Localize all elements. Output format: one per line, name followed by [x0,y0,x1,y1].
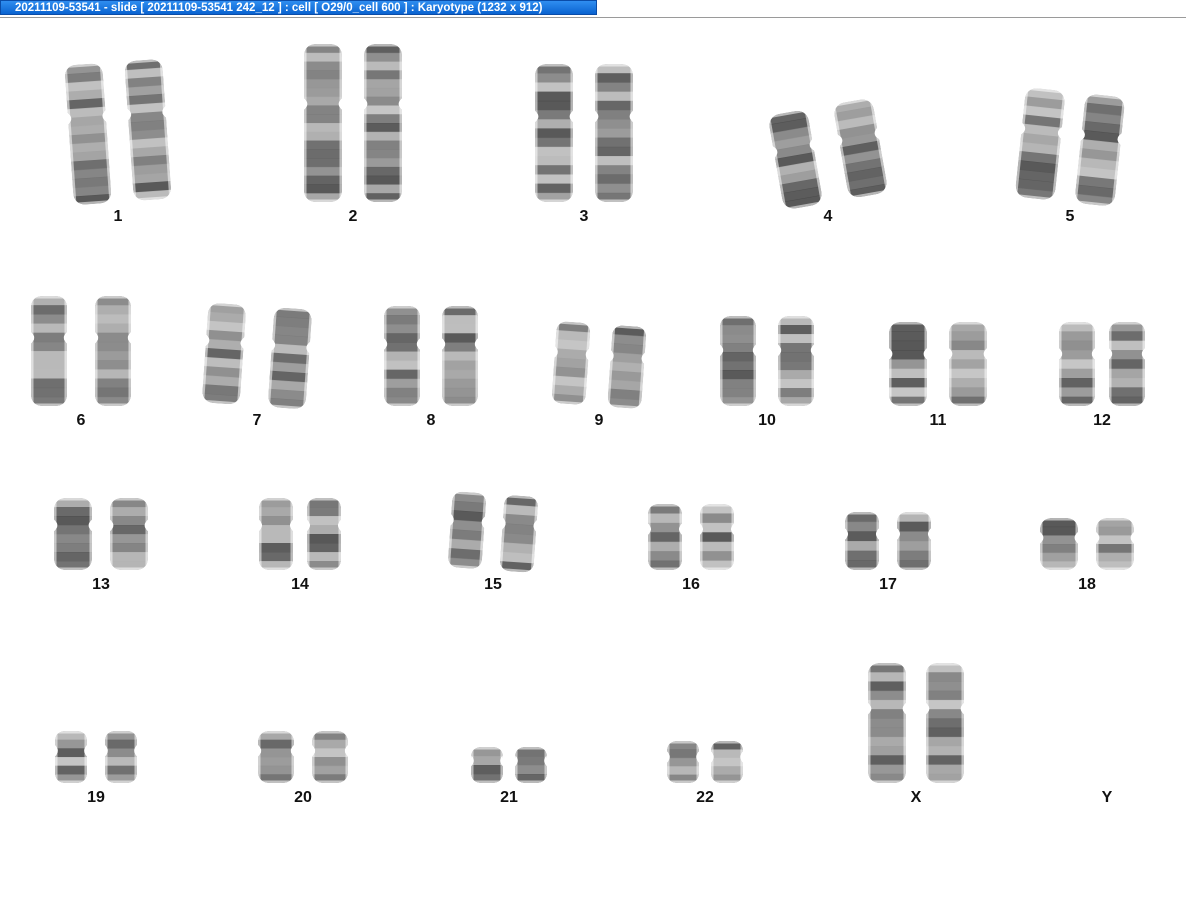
chromosome-label: 20 [294,789,312,806]
chromosome-image [54,498,148,570]
chromosome-label: Y [1101,789,1113,806]
chromosome-image [64,58,172,206]
chromosome-label: 8 [426,412,436,429]
chromosome-label: 19 [87,789,105,806]
chromosome-label: 3 [579,208,589,225]
chromosome-label: X [910,789,922,806]
chromosome-image [259,498,341,570]
chromosome-label: 14 [291,576,309,593]
chromosome-label: 17 [879,576,897,593]
chromosome-image [1014,87,1126,207]
chromosome-label: 16 [682,576,700,593]
chromosome-image [845,512,931,570]
chromosome-image [1059,322,1145,406]
karyotype-view: 1 2 3 4 5 6 7 8 9 10 11 12 13 14 15 16 17 18 19 20 21 22 X Y [0,18,1186,901]
window-titlebar: 20211109-53541 - slide [ 20211109-53541 … [0,0,1186,18]
chromosome-label: 4 [823,208,833,225]
chromosome-image [667,741,743,783]
chromosome-label: 1 [113,208,123,225]
chromosome-label: 22 [696,789,714,806]
chromosome-image [868,663,964,783]
chromosome-image [31,296,131,406]
chromosome-image [1040,518,1134,570]
chromosome-image [304,44,402,202]
chromosome-label: 18 [1078,576,1096,593]
chromosome-label: 10 [758,412,776,429]
chromosome-label: 5 [1065,208,1075,225]
chromosome-label: 7 [252,412,262,429]
chromosome-image [720,316,814,406]
chromosome-label: 6 [76,412,86,429]
chromosome-label: 9 [594,412,604,429]
chromosome-image [55,731,137,783]
chromosome-image [767,97,889,211]
chromosome-image [648,504,734,570]
chromosome-label: 21 [500,789,518,806]
chromosome-image [201,302,313,410]
chromosome-image [384,306,478,406]
chromosome-image [447,491,539,573]
chromosome-image [471,747,547,783]
chromosome-label: 15 [484,576,502,593]
chromosome-image [258,731,348,783]
chromosome-image [551,320,647,410]
chromosome-label: 11 [929,412,947,429]
chromosome-label: 2 [348,208,358,225]
chromosome-image [535,64,633,202]
chromosome-label: 13 [92,576,110,593]
chromosome-label: 12 [1093,412,1111,429]
chromosome-image [889,322,987,406]
window-title[interactable]: 20211109-53541 - slide [ 20211109-53541 … [0,0,597,15]
